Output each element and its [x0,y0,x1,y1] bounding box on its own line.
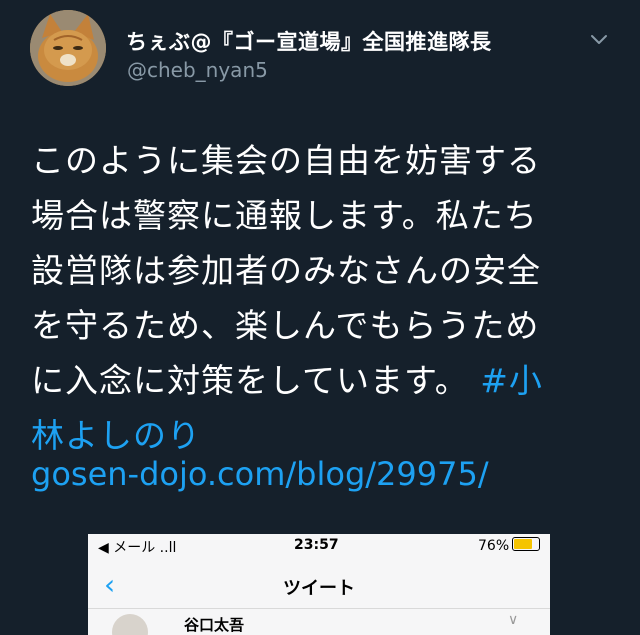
status-time: 23:57 [294,537,339,553]
tweet-text-line: 設営隊は参加者のみなさんの安全 [31,251,541,290]
battery-icon [512,537,541,551]
status-carrier: ◀ メール ..ll [98,540,177,556]
tweet-text-line: このように集会の自由を妨害する [31,141,541,180]
status-bar: ◀ メール ..ll 23:57 76% [88,534,550,558]
author-avatar[interactable] [30,10,106,86]
tweet-text: このように集会の自由を妨害する 場合は警察に通報します。私たち 設営隊は参加者の… [31,133,611,463]
tweet-text-line-part: に入念に対策をしています。 [31,361,469,400]
tweet-url-link[interactable]: gosen-dojo.com/blog/29975/ [31,455,489,493]
embedded-nav-title: ツイート [283,578,355,599]
author-handle[interactable]: @cheb_nyan5 [127,58,268,82]
embedded-chevron-icon: ∨ [508,612,519,628]
tweet-text-line: に入念に対策をしています。 #小 [31,353,611,408]
embedded-screenshot[interactable]: ◀ メール ..ll 23:57 76% ‹ ツイート 谷口太吾 ∨ [88,534,550,635]
embedded-user-name: 谷口太吾 [184,616,245,634]
chevron-down-icon[interactable] [588,28,610,50]
embedded-nav-bar: ‹ ツイート [88,564,550,609]
tweet-text-line: 場合は警察に通報します。私たち [31,196,538,235]
tweet-text-line: を守るため、楽しんでもらうため [31,306,540,345]
status-battery: 76% [478,537,541,554]
hashtag-link[interactable]: #小 [480,361,543,400]
cat-avatar-image [30,10,106,86]
battery-percent: 76% [478,538,510,554]
author-name[interactable]: ちぇぶ@『ゴー宣道場』全国推進隊長 [126,26,492,56]
embedded-avatar [112,614,148,635]
